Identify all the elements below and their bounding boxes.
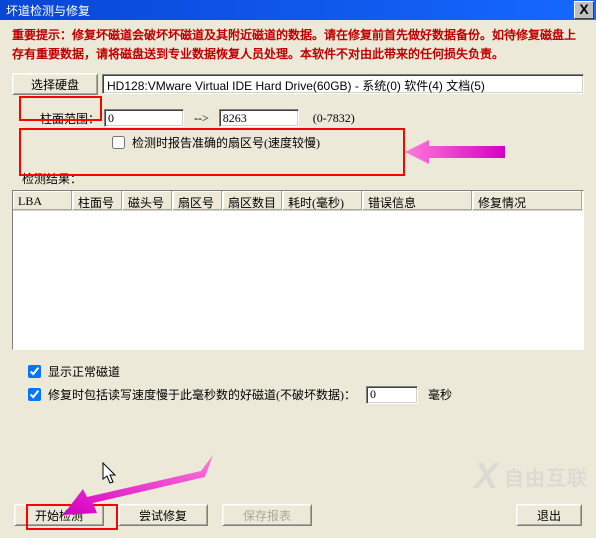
range-from-input[interactable] [104,109,184,127]
watermark-text: 自由互联 [504,462,588,491]
content-area: 重要提示：修复坏磁道会破坏坏磁道及其附近磁道的数据。请在修复前首先做好数据备份。… [0,20,596,415]
disk-text[interactable]: HD128:VMware Virtual IDE Hard Drive(60GB… [102,74,584,94]
show-normal-label: 显示正常磁道 [48,363,120,380]
col-time[interactable]: 耗时(毫秒) [283,191,363,210]
col-sector[interactable]: 扇区号 [173,191,223,210]
disk-row: 选择硬盘 HD128:VMware Virtual IDE Hard Drive… [12,73,584,95]
warning-text: 重要提示：修复坏磁道会破坏坏磁道及其附近磁道的数据。请在修复前首先做好数据备份。… [12,26,584,63]
title-bar: 坏道检测与修复 X [0,0,596,20]
exit-button[interactable]: 退出 [516,504,582,526]
window-title: 坏道检测与修复 [6,2,90,19]
col-head[interactable]: 磁头号 [123,191,173,210]
range-to-input[interactable] [219,109,299,127]
accurate-sector-label: 检测时报告准确的扇区号(速度较慢) [132,134,320,151]
cursor-icon [102,462,120,486]
col-error[interactable]: 错误信息 [363,191,473,210]
table-body[interactable] [13,211,583,349]
result-label: 检测结果： [22,170,584,187]
start-scan-button[interactable]: 开始检测 [14,504,104,526]
watermark: X 自由互联 [474,458,588,494]
result-table: LBA 柱面号 磁头号 扇区号 扇区数目 耗时(毫秒) 错误信息 修复情况 [12,190,584,350]
repair-slow-checkbox[interactable] [28,388,41,401]
show-normal-checkbox[interactable] [28,365,41,378]
col-cyl[interactable]: 柱面号 [73,191,123,210]
watermark-logo-icon: X [474,458,498,494]
button-bar: 开始检测 尝试修复 保存报表 退出 [14,504,582,526]
repair-slow-label: 修复时包括读写速度慢于此毫秒数的好磁道(不破坏数据)： [48,386,356,403]
accurate-sector-checkbox[interactable] [112,136,125,149]
range-arrow-text: --> [188,111,215,126]
try-repair-button[interactable]: 尝试修复 [118,504,208,526]
range-label: 柱面范围： [40,110,100,127]
col-lba[interactable]: LBA [13,191,73,210]
table-header: LBA 柱面号 磁头号 扇区号 扇区数目 耗时(毫秒) 错误信息 修复情况 [13,191,583,211]
ms-unit: 毫秒 [428,386,452,403]
close-button[interactable]: X [574,1,594,19]
ms-input[interactable] [366,386,418,404]
col-repair[interactable]: 修复情况 [473,191,583,210]
select-disk-button[interactable]: 选择硬盘 [12,73,98,95]
cylinder-range-group: 柱面范围： --> (0-7832) 检测时报告准确的扇区号(速度较慢) [28,105,410,158]
col-count[interactable]: 扇区数目 [223,191,283,210]
range-hint: (0-7832) [303,111,355,126]
save-report-button[interactable]: 保存报表 [222,504,312,526]
